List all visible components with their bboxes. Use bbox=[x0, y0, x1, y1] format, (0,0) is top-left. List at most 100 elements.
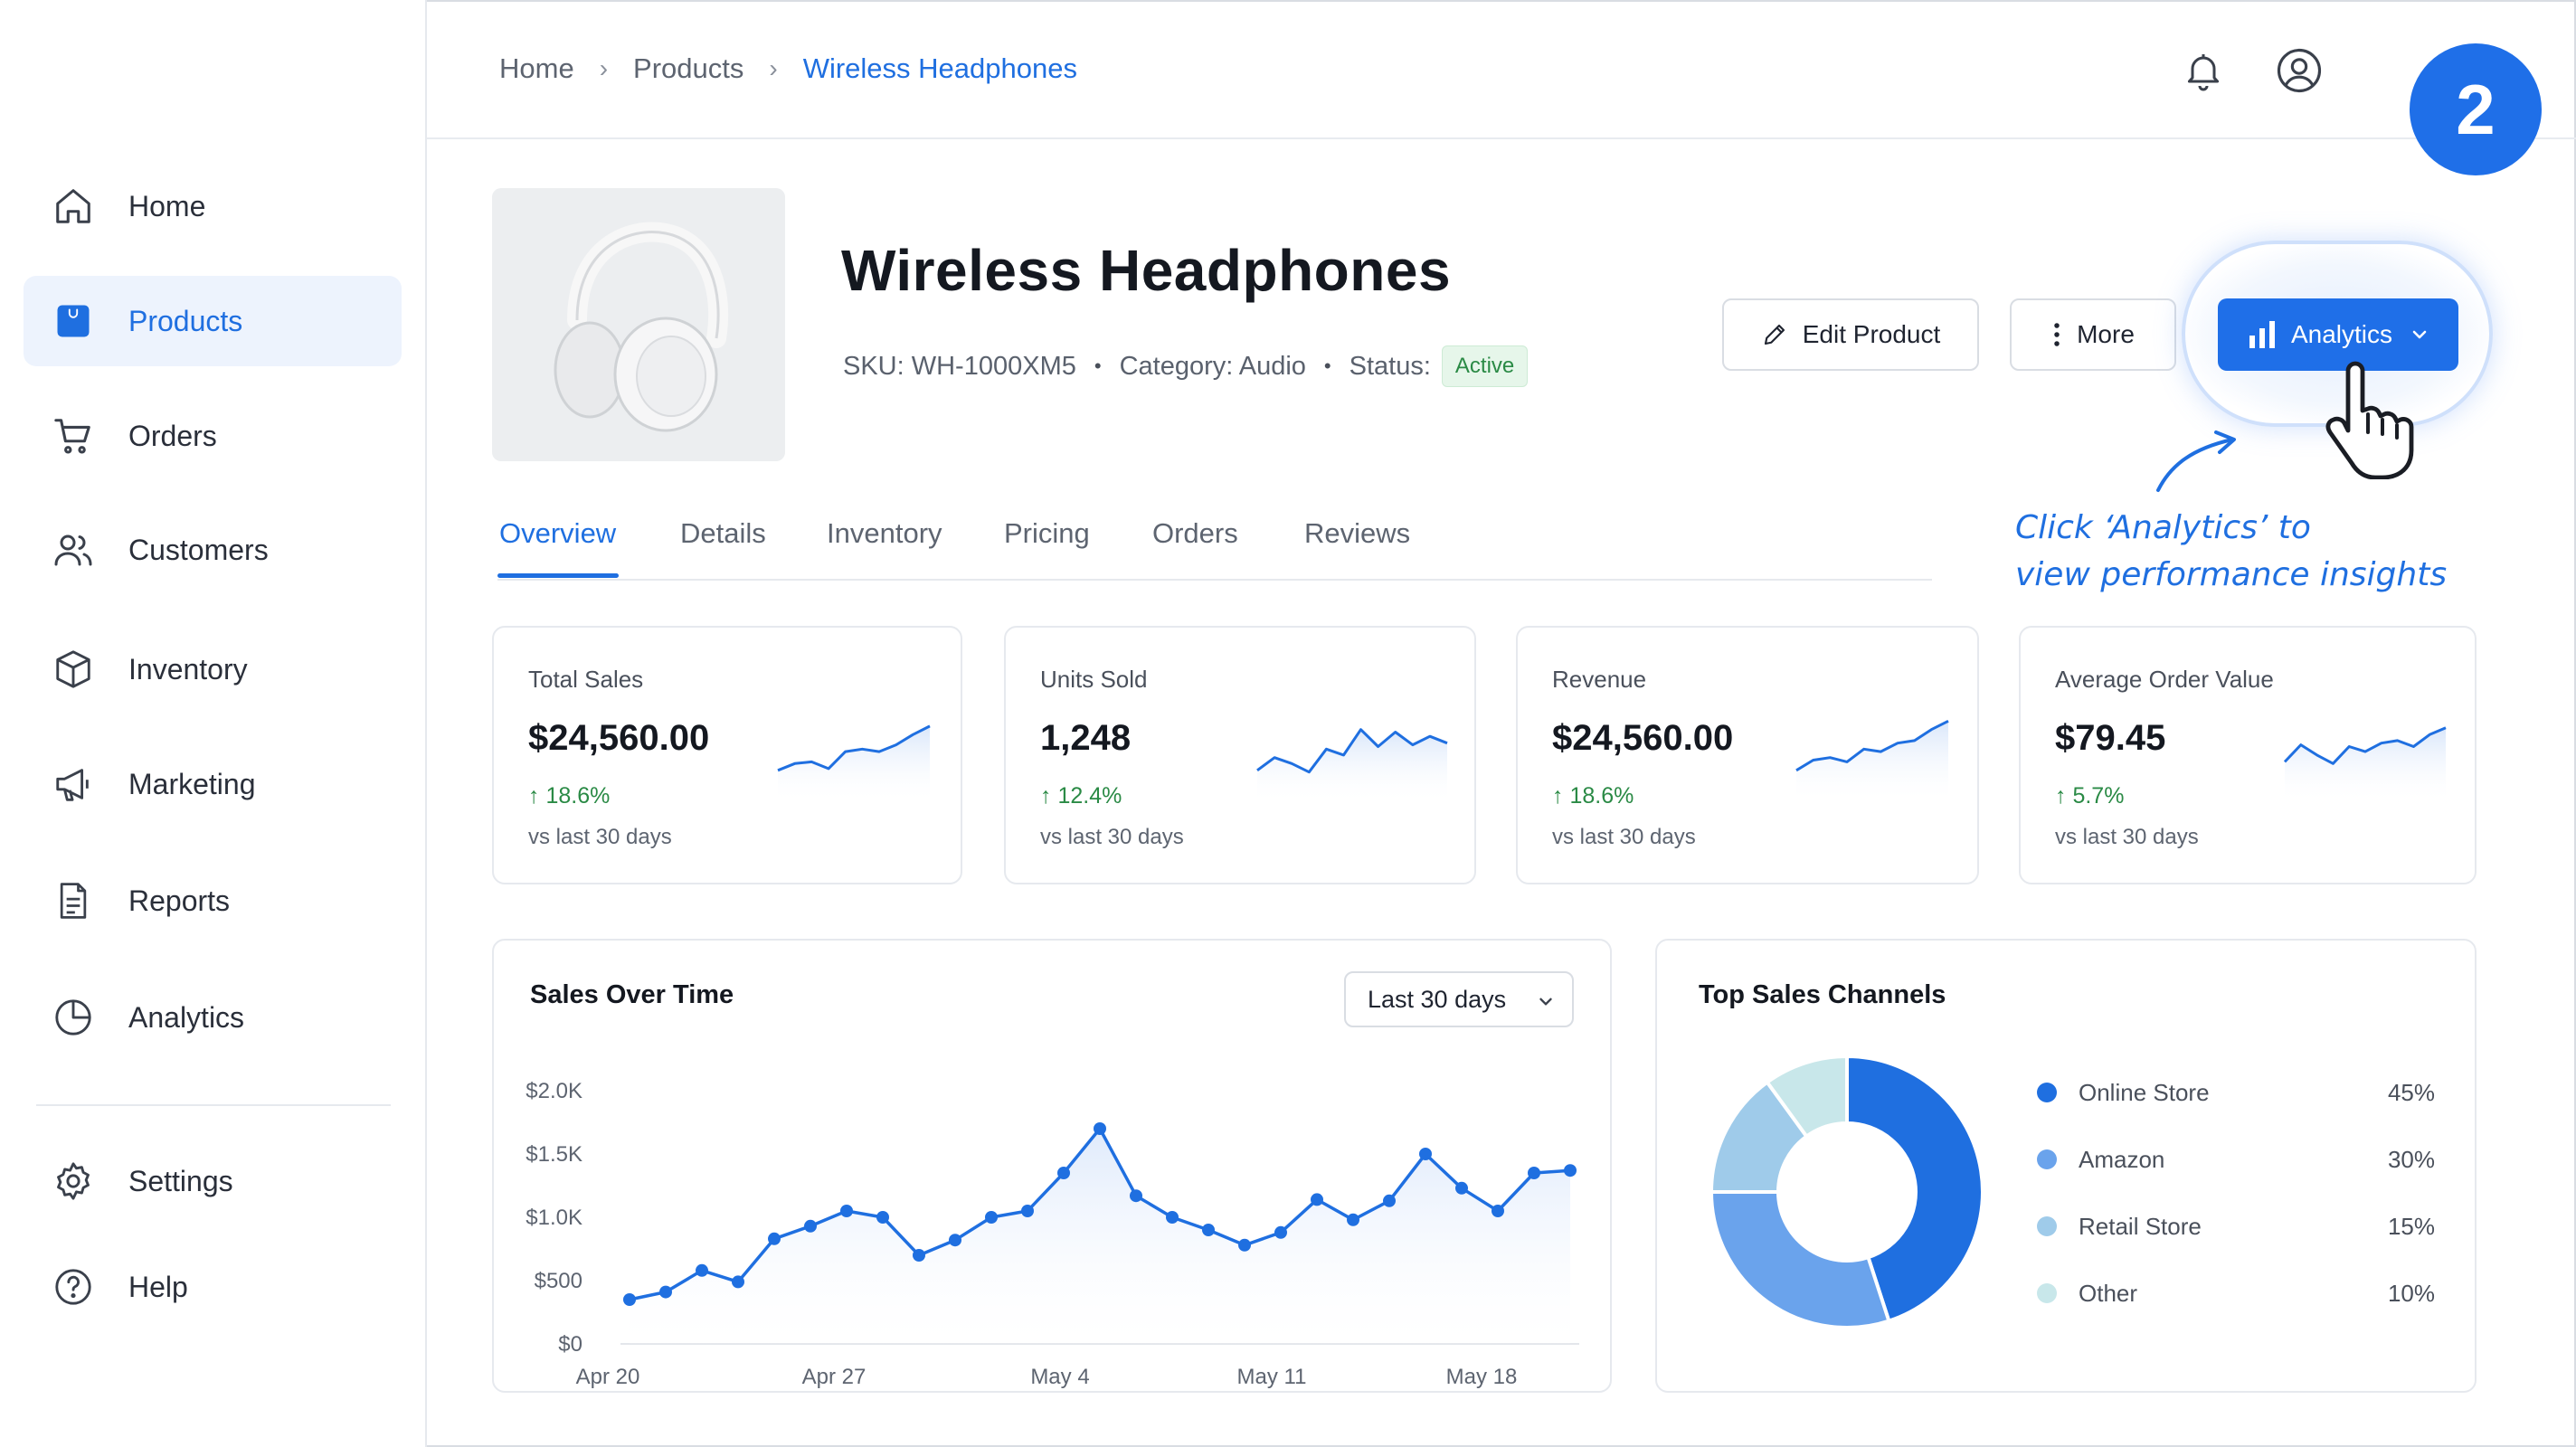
data-point bbox=[1166, 1211, 1179, 1224]
data-point bbox=[985, 1211, 998, 1224]
data-point bbox=[1238, 1238, 1251, 1252]
sidebar-item-orders[interactable]: Orders bbox=[24, 391, 402, 481]
data-point bbox=[1455, 1181, 1468, 1195]
edit-product-button[interactable]: Edit Product bbox=[1722, 298, 1979, 371]
data-point bbox=[623, 1293, 636, 1306]
legend-swatch bbox=[2037, 1283, 2057, 1303]
sidebar-item-label: Products bbox=[128, 304, 243, 337]
breadcrumb-current: Wireless Headphones bbox=[802, 52, 1077, 84]
data-point bbox=[1274, 1225, 1287, 1239]
legend-swatch bbox=[2037, 1216, 2057, 1236]
sidebar-item-products[interactable]: Products bbox=[24, 276, 402, 366]
sales-over-time-panel: Sales Over Time Last 30 days $2.0K $1.5K $… bbox=[492, 939, 1612, 1393]
bell-icon[interactable] bbox=[2178, 45, 2229, 96]
kpi-value: $24,560.00 bbox=[1552, 718, 1734, 758]
sidebar: Home Products Orders Customers Inventory… bbox=[0, 0, 427, 1447]
product-category: Category: Audio bbox=[1119, 351, 1306, 381]
legend-item: Online Store 45% bbox=[2037, 1074, 2435, 1111]
sidebar-divider bbox=[36, 1104, 391, 1106]
kpi-value: $24,560.00 bbox=[528, 718, 710, 758]
chevron-down-icon bbox=[2410, 328, 2429, 341]
kpi-delta: ↑ 18.6% bbox=[528, 783, 611, 809]
user-avatar-icon[interactable] bbox=[2274, 45, 2325, 96]
tab-pricing[interactable]: Pricing bbox=[1004, 517, 1090, 550]
y-tick-label: $0 bbox=[558, 1332, 582, 1357]
chevron-down-icon bbox=[1539, 998, 1552, 1006]
kpi-card-revenue: Revenue $24,560.00 ↑ 18.6% vs last 30 da… bbox=[1516, 626, 1979, 884]
y-tick-label: $2.0K bbox=[526, 1079, 582, 1103]
active-tab-indicator bbox=[497, 573, 619, 578]
x-tick-label: Apr 27 bbox=[802, 1365, 867, 1389]
sidebar-item-reports[interactable]: Reports bbox=[24, 856, 402, 946]
sidebar-item-label: Inventory bbox=[128, 652, 248, 686]
hint-line-1: Click ‘Analytics’ to bbox=[2015, 509, 2311, 546]
legend-value: 15% bbox=[2387, 1212, 2435, 1240]
sidebar-item-marketing[interactable]: Marketing bbox=[24, 739, 402, 829]
kpi-label: Total Sales bbox=[528, 666, 644, 693]
sparkline-chart bbox=[1795, 719, 1949, 803]
tab-details[interactable]: Details bbox=[680, 517, 766, 550]
kpi-value: 1,248 bbox=[1040, 718, 1132, 758]
breadcrumb: Home › Products › Wireless Headphones bbox=[499, 52, 1077, 85]
tab-orders[interactable]: Orders bbox=[1152, 517, 1238, 550]
more-label: More bbox=[2077, 320, 2135, 348]
bar-chart-icon bbox=[2248, 321, 2277, 348]
gear-icon bbox=[51, 1159, 96, 1204]
analytics-label: Analytics bbox=[2290, 320, 2393, 348]
panel-title: Sales Over Time bbox=[530, 980, 734, 1009]
data-point bbox=[659, 1285, 672, 1299]
kpi-comparison: vs last 30 days bbox=[528, 825, 672, 849]
data-point bbox=[1492, 1205, 1504, 1217]
legend-label: Online Store bbox=[2079, 1078, 2210, 1106]
sidebar-item-label: Reports bbox=[128, 884, 231, 917]
sidebar-item-label: Settings bbox=[128, 1164, 233, 1197]
product-title: Wireless Headphones bbox=[841, 238, 1452, 303]
sidebar-item-inventory[interactable]: Inventory bbox=[24, 624, 402, 714]
meta-separator: • bbox=[1094, 355, 1102, 377]
more-vertical-icon bbox=[2051, 321, 2062, 348]
breadcrumb-home[interactable]: Home bbox=[499, 52, 574, 85]
data-point bbox=[1528, 1167, 1540, 1179]
data-point bbox=[1564, 1164, 1577, 1177]
sales-channels-donut-chart bbox=[1709, 1054, 1984, 1329]
x-tick-label: May 4 bbox=[1030, 1365, 1089, 1389]
sidebar-item-settings[interactable]: Settings bbox=[24, 1136, 402, 1226]
sparkline-chart bbox=[1256, 728, 1448, 803]
kpi-card-average-order-value: Average Order Value $79.45 ↑ 5.7% vs las… bbox=[2019, 626, 2477, 884]
legend-item: Other 10% bbox=[2037, 1275, 2435, 1311]
data-point bbox=[1347, 1213, 1359, 1226]
hint-line-2: view performance insights bbox=[2015, 556, 2448, 593]
date-range-value: Last 30 days bbox=[1368, 985, 1507, 1013]
sidebar-item-analytics[interactable]: Analytics bbox=[24, 972, 402, 1063]
legend-item: Amazon 30% bbox=[2037, 1141, 2435, 1177]
legend-item: Retail Store 15% bbox=[2037, 1208, 2435, 1244]
product-image bbox=[492, 188, 785, 461]
hint-arrow-icon bbox=[2156, 430, 2236, 492]
legend-swatch bbox=[2037, 1149, 2057, 1169]
sidebar-item-help[interactable]: Help bbox=[24, 1242, 402, 1332]
sales-line-chart: $2.0K $1.5K $1.0K $500 $0 Apr 20 Apr 27 May 4 Ma… bbox=[526, 1079, 1579, 1389]
data-point bbox=[732, 1275, 744, 1289]
donut-slice bbox=[1709, 1190, 1891, 1329]
data-point bbox=[696, 1263, 708, 1277]
box-icon bbox=[51, 647, 96, 692]
y-tick-label: $500 bbox=[535, 1269, 582, 1293]
meta-separator: • bbox=[1323, 355, 1331, 377]
help-icon bbox=[51, 1264, 96, 1310]
date-range-select[interactable]: Last 30 days bbox=[1344, 971, 1574, 1027]
panel-title: Top Sales Channels bbox=[1699, 980, 1946, 1009]
kpi-card-total-sales: Total Sales $24,560.00 ↑ 18.6% vs last 3… bbox=[492, 626, 962, 884]
sidebar-item-customers[interactable]: Customers bbox=[24, 505, 402, 595]
tab-inventory[interactable]: Inventory bbox=[827, 517, 942, 550]
legend-value: 10% bbox=[2387, 1279, 2435, 1307]
legend-label: Retail Store bbox=[2079, 1212, 2202, 1240]
tab-overview[interactable]: Overview bbox=[499, 517, 616, 550]
home-icon bbox=[51, 184, 96, 229]
kpi-label: Average Order Value bbox=[2055, 666, 2274, 693]
more-button[interactable]: More bbox=[2010, 298, 2176, 371]
sidebar-item-home[interactable]: Home bbox=[24, 161, 402, 251]
x-tick-label: May 18 bbox=[1446, 1365, 1518, 1389]
data-point bbox=[949, 1234, 961, 1247]
tab-reviews[interactable]: Reviews bbox=[1304, 517, 1410, 550]
breadcrumb-products[interactable]: Products bbox=[633, 52, 743, 85]
